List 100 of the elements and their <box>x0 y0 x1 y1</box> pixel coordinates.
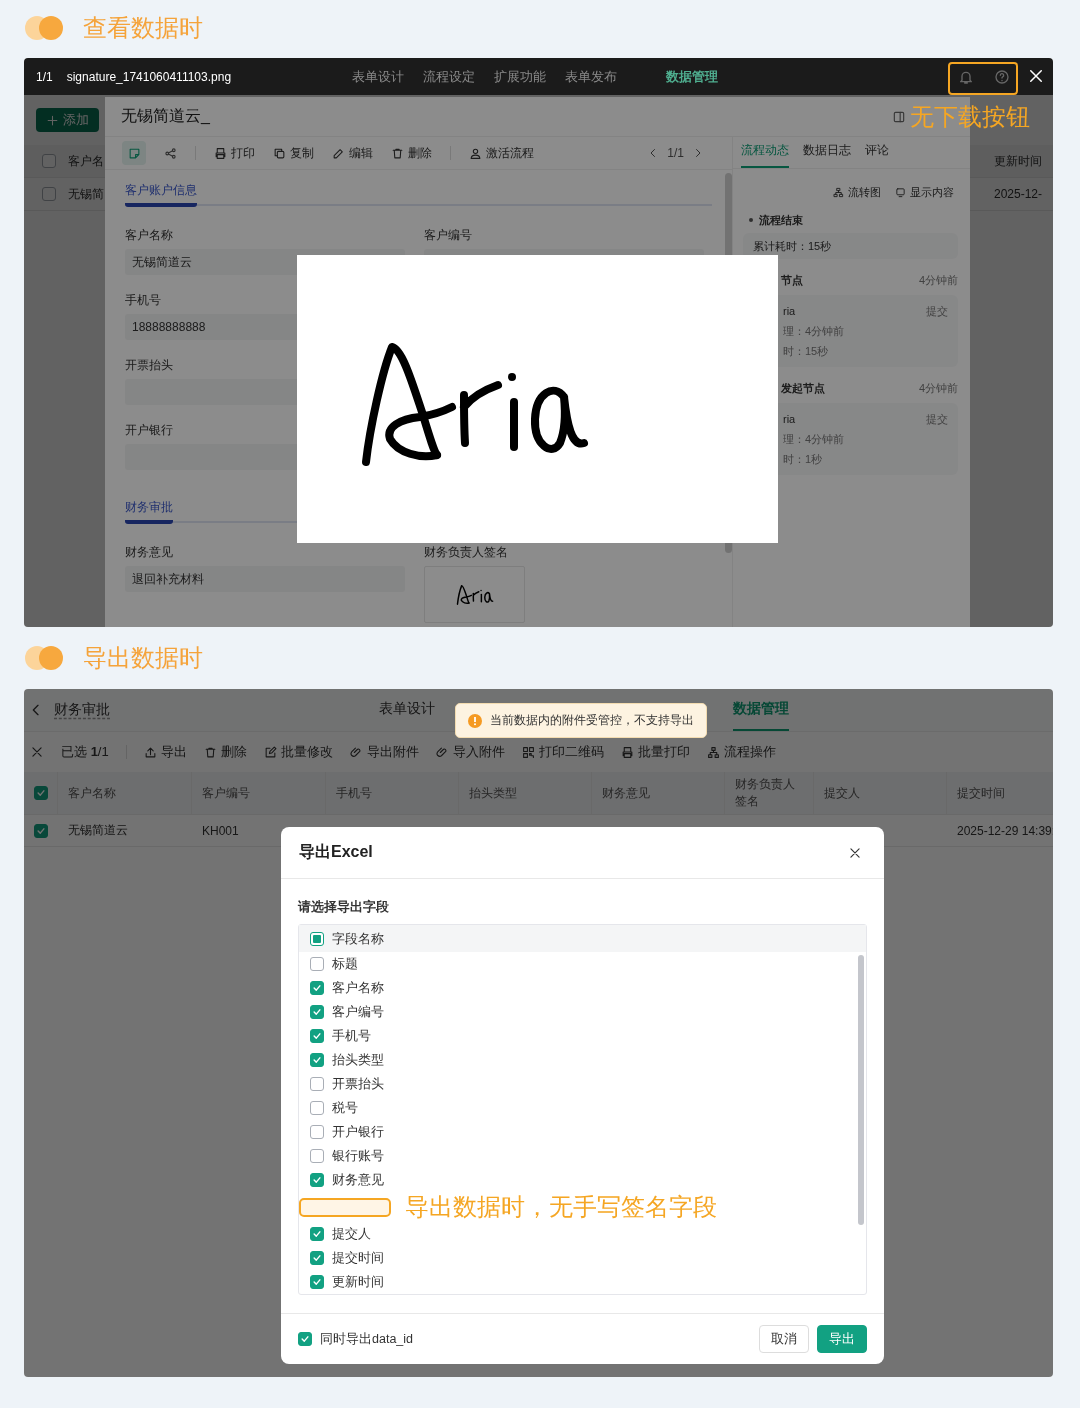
table-cell: 无锡简道云 <box>68 822 128 839</box>
select-all-checkbox[interactable] <box>33 786 48 800</box>
field-checkbox[interactable] <box>310 1077 324 1091</box>
node-handled: 理：4分钟前 <box>783 432 845 447</box>
node-time: 4分钟前 <box>918 381 958 395</box>
field-checkbox[interactable] <box>310 1005 324 1019</box>
close-icon[interactable] <box>848 845 862 860</box>
checkmark-icon <box>312 1277 322 1287</box>
printer-icon <box>620 745 634 759</box>
toolbar-button[interactable]: 打印 <box>214 144 255 162</box>
record-title: 无锡简道云_ <box>121 106 210 126</box>
checkmark-icon <box>35 825 46 836</box>
row-checkbox[interactable] <box>42 187 56 201</box>
field-label: 手机号 <box>125 292 162 308</box>
monitor-icon <box>895 186 906 198</box>
printer-icon <box>214 146 227 160</box>
field-label: 财务意见 <box>332 1171 384 1189</box>
field-checkbox[interactable] <box>310 1029 324 1043</box>
field-checkbox[interactable] <box>310 1227 324 1241</box>
nav-tab[interactable]: 表单设计 <box>352 67 404 86</box>
field-label: 开户银行 <box>125 422 174 438</box>
pencil-icon <box>332 146 345 160</box>
node-name: 发起节点 <box>781 381 825 395</box>
toolbar-button[interactable]: 批量打印 <box>620 743 690 761</box>
field-checkbox[interactable] <box>310 1251 324 1265</box>
image-counter: 1/1 <box>36 69 53 84</box>
row-checkbox[interactable] <box>33 823 48 838</box>
panel-tab[interactable]: 流程动态 <box>741 142 789 168</box>
field-checkbox[interactable] <box>310 1125 324 1139</box>
section-title: 财务审批 <box>125 499 173 524</box>
select-all-checkbox[interactable] <box>310 931 324 946</box>
toolbar-button[interactable]: 打印二维码 <box>521 743 604 761</box>
field-label: 提交人 <box>332 1225 371 1243</box>
node-action: 提交 <box>926 412 948 427</box>
nav-tab[interactable]: 扩展功能 <box>494 67 546 86</box>
node-duration: 时：15秒 <box>783 344 829 359</box>
toolbar-button[interactable]: 删除 <box>203 743 247 761</box>
note-button[interactable] <box>122 141 146 165</box>
field-checkbox[interactable] <box>310 1173 324 1187</box>
select-all-checkbox[interactable] <box>42 154 56 168</box>
field-label: 开票抬头 <box>125 357 174 373</box>
cancel-button[interactable]: 取消 <box>759 1325 809 1353</box>
close-icon[interactable] <box>1027 67 1045 85</box>
upload-icon <box>143 745 157 759</box>
toolbar-button[interactable]: 编辑 <box>332 144 373 162</box>
panel-tab[interactable]: 评论 <box>865 142 889 168</box>
toolbar-button[interactable]: 流程操作 <box>706 743 776 761</box>
field-label: 客户名称 <box>332 979 384 997</box>
help-icon[interactable] <box>994 68 1010 85</box>
add-button[interactable]: 添加 <box>36 108 99 132</box>
nav-tab[interactable]: 流程设定 <box>423 67 475 86</box>
column-header: 提交时间 <box>946 772 1053 814</box>
panel-tab[interactable]: 数据日志 <box>803 142 851 168</box>
toolbar-button[interactable]: 导出 <box>143 743 187 761</box>
option-checkbox[interactable] <box>298 1332 312 1346</box>
checkmark-icon <box>312 1175 322 1185</box>
column-header: 手机号 <box>325 772 458 814</box>
scrollbar[interactable] <box>858 955 864 1225</box>
share-icon[interactable] <box>164 146 177 160</box>
panel-action[interactable]: 流转图 <box>833 185 881 199</box>
table-cell: KH001 <box>202 823 239 838</box>
field-label: 开户银行 <box>332 1123 384 1141</box>
column-header: 提交人 <box>813 772 946 814</box>
column-header: 抬头类型 <box>458 772 591 814</box>
column-header: 客户名 <box>68 152 104 170</box>
toolbar-button[interactable]: 导入附件 <box>435 743 505 761</box>
nav-tab[interactable]: 表单设计 <box>379 689 435 731</box>
toolbar-button[interactable]: 导出附件 <box>349 743 419 761</box>
text-field[interactable]: 退回补充材料 <box>125 566 405 592</box>
toolbar-button[interactable]: 复制 <box>273 144 314 162</box>
column-header: 财务意见 <box>591 772 724 814</box>
field-checkbox[interactable] <box>310 957 324 971</box>
list-header: 字段名称 <box>332 929 384 948</box>
annotation-text: 导出数据时，无手写签名字段 <box>405 1192 717 1222</box>
nav-tab[interactable]: 表单发布 <box>565 67 617 86</box>
panel-icon[interactable] <box>892 109 906 124</box>
checkmark-icon <box>300 1334 310 1344</box>
panel-action[interactable]: 显示内容 <box>895 185 954 199</box>
toolbar-button[interactable]: 删除 <box>391 144 432 162</box>
nav-tab[interactable]: 数据管理 <box>666 67 718 86</box>
export-button[interactable]: 导出 <box>817 1325 867 1353</box>
warning-toast: 当前数据内的附件受管控，不支持导出 <box>455 703 707 738</box>
field-label: 客户编号 <box>424 227 473 243</box>
field-label: 更新时间 <box>332 1273 384 1291</box>
signature-thumbnail[interactable] <box>424 566 525 623</box>
field-checkbox[interactable] <box>310 1053 324 1067</box>
warning-icon <box>468 713 482 728</box>
field-checkbox[interactable] <box>310 1101 324 1115</box>
field-checkbox[interactable] <box>310 1275 324 1289</box>
field-checkbox[interactable] <box>310 1149 324 1163</box>
toolbar-button[interactable]: 批量修改 <box>263 743 333 761</box>
form-title: 财务审批 <box>54 701 110 719</box>
pager-text: 1/1 <box>667 146 684 160</box>
toolbar-button[interactable]: 激活流程 <box>469 144 534 162</box>
field-checkbox[interactable] <box>310 981 324 995</box>
node-time: 4分钟前 <box>918 273 958 287</box>
flow-status: 流程结束 <box>759 213 803 227</box>
image-filename: signature_1741060411103.png <box>66 69 232 84</box>
checkmark-icon <box>35 788 46 798</box>
trash-icon <box>391 146 404 160</box>
